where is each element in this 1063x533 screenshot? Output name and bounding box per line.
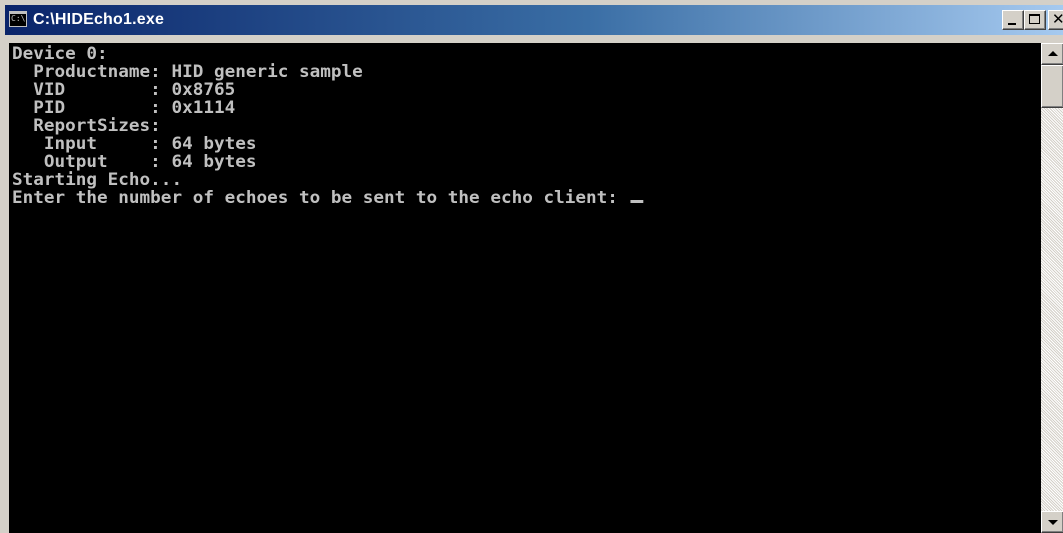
console-prompt-text: Enter the number of echoes to be sent to… <box>12 188 629 207</box>
console-line-output: Output : 64 bytes <box>12 152 257 171</box>
console-line-productname: Productname: HID generic sample <box>12 62 363 81</box>
arrow-down-icon <box>1048 520 1058 525</box>
console-window: C:\ C:\HIDEcho1.exe ✕ Device 0: Productn… <box>0 0 1063 533</box>
console-app-icon[interactable]: C:\ <box>9 11 27 27</box>
close-button[interactable]: ✕ <box>1048 10 1063 30</box>
maximize-button[interactable] <box>1024 10 1046 30</box>
scroll-up-button[interactable] <box>1041 43 1063 65</box>
scroll-thumb[interactable] <box>1041 65 1063 108</box>
window-title: C:\HIDEcho1.exe <box>33 11 165 28</box>
console-line-device: Device 0: <box>12 44 108 63</box>
console-line-reportsizes: ReportSizes: <box>12 116 161 135</box>
scroll-down-button[interactable] <box>1041 511 1063 533</box>
window-controls: ✕ <box>1002 10 1063 30</box>
title-bar[interactable]: C:\ C:\HIDEcho1.exe ✕ <box>5 5 1063 35</box>
minimize-icon <box>1008 23 1016 25</box>
vertical-scrollbar[interactable] <box>1041 43 1063 533</box>
close-icon: ✕ <box>1052 10 1063 28</box>
arrow-up-icon <box>1048 51 1058 56</box>
console-output[interactable]: Device 0: Productname: HID generic sampl… <box>9 43 1041 533</box>
text-cursor <box>630 200 644 203</box>
minimize-button[interactable] <box>1002 10 1024 30</box>
console-line-starting-echo: Starting Echo... <box>12 170 183 189</box>
console-line-input: Input : 64 bytes <box>12 134 257 153</box>
console-prompt-line[interactable]: Enter the number of echoes to be sent to… <box>12 188 644 207</box>
maximize-icon <box>1029 14 1040 24</box>
console-line-pid: PID : 0x1114 <box>12 98 236 117</box>
console-line-vid: VID : 0x8765 <box>12 80 236 99</box>
